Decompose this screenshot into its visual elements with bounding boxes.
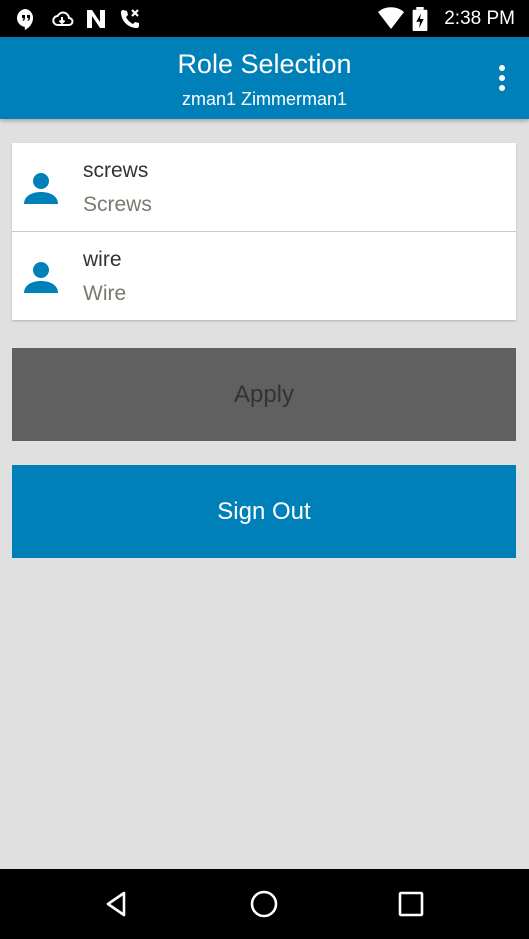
status-time: 2:38 PM [444,8,515,29]
battery-charging-icon [412,7,428,31]
role-name: screws [83,159,149,182]
missed-call-icon [121,9,139,28]
user-name-subtitle: zman1 Zimmerman1 [181,89,348,109]
nfc-icon [87,10,105,28]
role-description: Wire [83,282,127,305]
recents-icon[interactable] [396,889,426,919]
status-bar: 2:38 PM [0,0,529,37]
role-description: Screws [83,193,152,216]
person-icon [24,173,58,204]
home-icon[interactable] [249,889,279,919]
more-vert-icon[interactable] [497,65,507,93]
role-item-wire[interactable]: wire Wire [12,232,516,320]
person-icon [24,262,58,293]
wifi-icon [378,7,404,30]
role-name: wire [83,248,122,271]
page-title: Role Selection [177,49,352,79]
cloud-download-icon [52,11,74,26]
back-icon[interactable] [102,889,132,919]
app-bar: Role Selection zman1 Zimmerman1 [0,37,529,119]
sign-out-button[interactable]: Sign Out [12,465,516,558]
hangouts-icon [17,9,34,30]
navigation-bar [0,869,529,939]
screen: 2:38 PM Role Selection zman1 Zimmerman1 … [0,0,529,939]
role-item-screws[interactable]: screws Screws [12,143,516,232]
apply-button[interactable]: Apply [12,348,516,441]
role-list: screws Screws wire Wire [12,143,516,320]
